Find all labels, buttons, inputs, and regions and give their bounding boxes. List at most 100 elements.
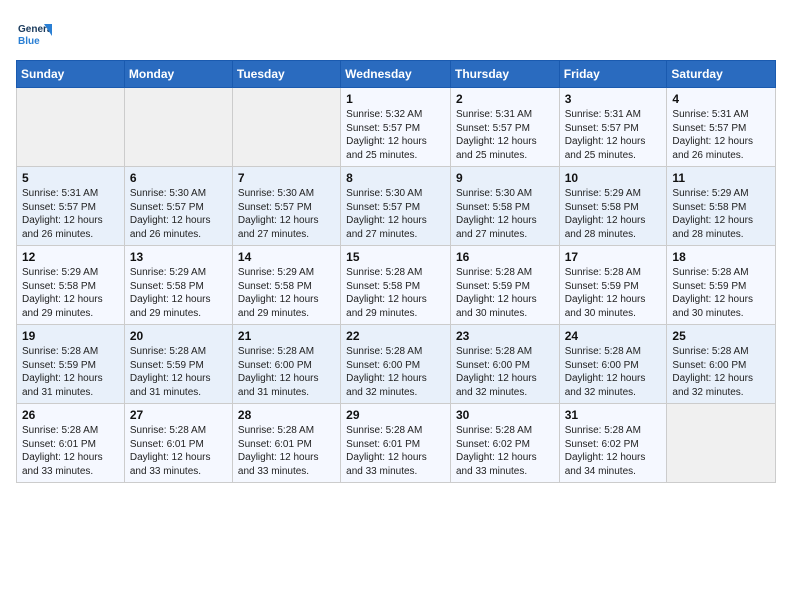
calendar-cell: 3 Sunrise: 5:31 AM Sunset: 5:57 PM Daylig… — [559, 88, 667, 167]
calendar-cell: 21Sunrise: 5:28 AM Sunset: 6:00 PM Dayli… — [232, 325, 340, 404]
day-number: 20 — [130, 329, 227, 343]
day-info: Sunrise: 5:28 AM Sunset: 6:01 PM Dayligh… — [238, 424, 335, 478]
day-number: 8 — [346, 171, 445, 185]
day-info: Sunrise: 5:32 AM Sunset: 5:57 PM Dayligh… — [346, 108, 445, 162]
day-number: 4 — [672, 92, 770, 106]
calendar-cell: 15Sunrise: 5:28 AM Sunset: 5:58 PM Dayli… — [341, 246, 451, 325]
day-info: Sunrise: 5:28 AM Sunset: 5:59 PM Dayligh… — [456, 266, 554, 320]
day-number: 18 — [672, 250, 770, 264]
day-number: 2 — [456, 92, 554, 106]
day-info: Sunrise: 5:29 AM Sunset: 5:58 PM Dayligh… — [238, 266, 335, 320]
svg-text:Blue: Blue — [18, 36, 40, 47]
day-info: Sunrise: 5:30 AM Sunset: 5:57 PM Dayligh… — [130, 187, 227, 241]
day-number: 17 — [565, 250, 662, 264]
day-number: 23 — [456, 329, 554, 343]
calendar-cell: 24 Sunrise: 5:28 AM Sunset: 6:00 PM Dayli… — [559, 325, 667, 404]
day-number: 27 — [130, 408, 227, 422]
calendar-cell: 2 Sunrise: 5:31 AM Sunset: 5:57 PM Daylig… — [450, 88, 559, 167]
day-info: Sunrise: 5:28 AM Sunset: 6:00 PM Dayligh… — [565, 345, 662, 399]
day-number: 7 — [238, 171, 335, 185]
day-info: Sunrise: 5:28 AM Sunset: 6:01 PM Dayligh… — [346, 424, 445, 478]
calendar-cell: 17 Sunrise: 5:28 AM Sunset: 5:59 PM Dayli… — [559, 246, 667, 325]
day-info: Sunrise: 5:28 AM Sunset: 6:00 PM Dayligh… — [456, 345, 554, 399]
calendar-cell: 27 Sunrise: 5:28 AM Sunset: 6:01 PM Dayli… — [124, 404, 232, 483]
day-number: 25 — [672, 329, 770, 343]
day-info: Sunrise: 5:31 AM Sunset: 5:57 PM Dayligh… — [456, 108, 554, 162]
day-header-saturday: Saturday — [667, 61, 776, 88]
day-number: 9 — [456, 171, 554, 185]
calendar-cell: 9 Sunrise: 5:30 AM Sunset: 5:58 PM Daylig… — [450, 167, 559, 246]
calendar-cell: 4 Sunrise: 5:31 AM Sunset: 5:57 PM Daylig… — [667, 88, 776, 167]
calendar-cell — [667, 404, 776, 483]
day-header-thursday: Thursday — [450, 61, 559, 88]
day-number: 30 — [456, 408, 554, 422]
calendar-cell: 11Sunrise: 5:29 AM Sunset: 5:58 PM Dayli… — [667, 167, 776, 246]
day-info: Sunrise: 5:28 AM Sunset: 6:02 PM Dayligh… — [456, 424, 554, 478]
day-info: Sunrise: 5:29 AM Sunset: 5:58 PM Dayligh… — [130, 266, 227, 320]
day-header-wednesday: Wednesday — [341, 61, 451, 88]
day-number: 15 — [346, 250, 445, 264]
logo: General Blue — [16, 16, 56, 52]
calendar-cell: 10Sunrise: 5:29 AM Sunset: 5:58 PM Dayli… — [559, 167, 667, 246]
calendar-cell: 8Sunrise: 5:30 AM Sunset: 5:57 PM Daylig… — [341, 167, 451, 246]
calendar-cell: 23 Sunrise: 5:28 AM Sunset: 6:00 PM Dayli… — [450, 325, 559, 404]
calendar-cell: 16 Sunrise: 5:28 AM Sunset: 5:59 PM Dayli… — [450, 246, 559, 325]
day-info: Sunrise: 5:28 AM Sunset: 6:01 PM Dayligh… — [22, 424, 119, 478]
day-header-friday: Friday — [559, 61, 667, 88]
calendar-cell: 26 Sunrise: 5:28 AM Sunset: 6:01 PM Dayli… — [17, 404, 125, 483]
calendar-cell: 7 Sunrise: 5:30 AM Sunset: 5:57 PM Daylig… — [232, 167, 340, 246]
day-info: Sunrise: 5:31 AM Sunset: 5:57 PM Dayligh… — [672, 108, 770, 162]
calendar-cell: 31Sunrise: 5:28 AM Sunset: 6:02 PM Dayli… — [559, 404, 667, 483]
day-number: 1 — [346, 92, 445, 106]
day-info: Sunrise: 5:29 AM Sunset: 5:58 PM Dayligh… — [22, 266, 119, 320]
calendar-cell: 28 Sunrise: 5:28 AM Sunset: 6:01 PM Dayli… — [232, 404, 340, 483]
day-number: 12 — [22, 250, 119, 264]
day-number: 3 — [565, 92, 662, 106]
logo-icon: General Blue — [16, 16, 52, 52]
day-number: 13 — [130, 250, 227, 264]
calendar-cell — [124, 88, 232, 167]
day-info: Sunrise: 5:28 AM Sunset: 6:00 PM Dayligh… — [238, 345, 335, 399]
day-info: Sunrise: 5:31 AM Sunset: 5:57 PM Dayligh… — [22, 187, 119, 241]
day-info: Sunrise: 5:28 AM Sunset: 5:59 PM Dayligh… — [672, 266, 770, 320]
day-number: 19 — [22, 329, 119, 343]
calendar-table: SundayMondayTuesdayWednesdayThursdayFrid… — [16, 60, 776, 483]
calendar-cell: 20 Sunrise: 5:28 AM Sunset: 5:59 PM Dayli… — [124, 325, 232, 404]
day-info: Sunrise: 5:30 AM Sunset: 5:57 PM Dayligh… — [238, 187, 335, 241]
day-number: 5 — [22, 171, 119, 185]
calendar-cell: 13 Sunrise: 5:29 AM Sunset: 5:58 PM Dayli… — [124, 246, 232, 325]
calendar-cell: 29Sunrise: 5:28 AM Sunset: 6:01 PM Dayli… — [341, 404, 451, 483]
day-info: Sunrise: 5:28 AM Sunset: 5:59 PM Dayligh… — [130, 345, 227, 399]
day-number: 28 — [238, 408, 335, 422]
day-info: Sunrise: 5:28 AM Sunset: 6:00 PM Dayligh… — [672, 345, 770, 399]
calendar-cell: 1 Sunrise: 5:32 AM Sunset: 5:57 PM Daylig… — [341, 88, 451, 167]
calendar-cell: 19 Sunrise: 5:28 AM Sunset: 5:59 PM Dayli… — [17, 325, 125, 404]
calendar-cell: 30 Sunrise: 5:28 AM Sunset: 6:02 PM Dayli… — [450, 404, 559, 483]
day-number: 11 — [672, 171, 770, 185]
day-number: 16 — [456, 250, 554, 264]
day-number: 22 — [346, 329, 445, 343]
day-info: Sunrise: 5:28 AM Sunset: 6:00 PM Dayligh… — [346, 345, 445, 399]
day-info: Sunrise: 5:31 AM Sunset: 5:57 PM Dayligh… — [565, 108, 662, 162]
day-info: Sunrise: 5:30 AM Sunset: 5:58 PM Dayligh… — [456, 187, 554, 241]
page-header: General Blue — [16, 16, 776, 52]
day-number: 31 — [565, 408, 662, 422]
day-info: Sunrise: 5:28 AM Sunset: 5:59 PM Dayligh… — [22, 345, 119, 399]
day-number: 6 — [130, 171, 227, 185]
day-number: 26 — [22, 408, 119, 422]
calendar-cell: 22 Sunrise: 5:28 AM Sunset: 6:00 PM Dayli… — [341, 325, 451, 404]
day-info: Sunrise: 5:28 AM Sunset: 6:01 PM Dayligh… — [130, 424, 227, 478]
calendar-cell: 14 Sunrise: 5:29 AM Sunset: 5:58 PM Dayli… — [232, 246, 340, 325]
day-header-monday: Monday — [124, 61, 232, 88]
calendar-cell — [17, 88, 125, 167]
day-info: Sunrise: 5:28 AM Sunset: 5:59 PM Dayligh… — [565, 266, 662, 320]
calendar-cell: 25 Sunrise: 5:28 AM Sunset: 6:00 PM Dayli… — [667, 325, 776, 404]
calendar-cell: 18 Sunrise: 5:28 AM Sunset: 5:59 PM Dayli… — [667, 246, 776, 325]
day-number: 24 — [565, 329, 662, 343]
day-info: Sunrise: 5:29 AM Sunset: 5:58 PM Dayligh… — [565, 187, 662, 241]
day-header-sunday: Sunday — [17, 61, 125, 88]
calendar-cell: 6 Sunrise: 5:30 AM Sunset: 5:57 PM Daylig… — [124, 167, 232, 246]
calendar-cell: 12 Sunrise: 5:29 AM Sunset: 5:58 PM Dayli… — [17, 246, 125, 325]
day-number: 14 — [238, 250, 335, 264]
day-header-tuesday: Tuesday — [232, 61, 340, 88]
